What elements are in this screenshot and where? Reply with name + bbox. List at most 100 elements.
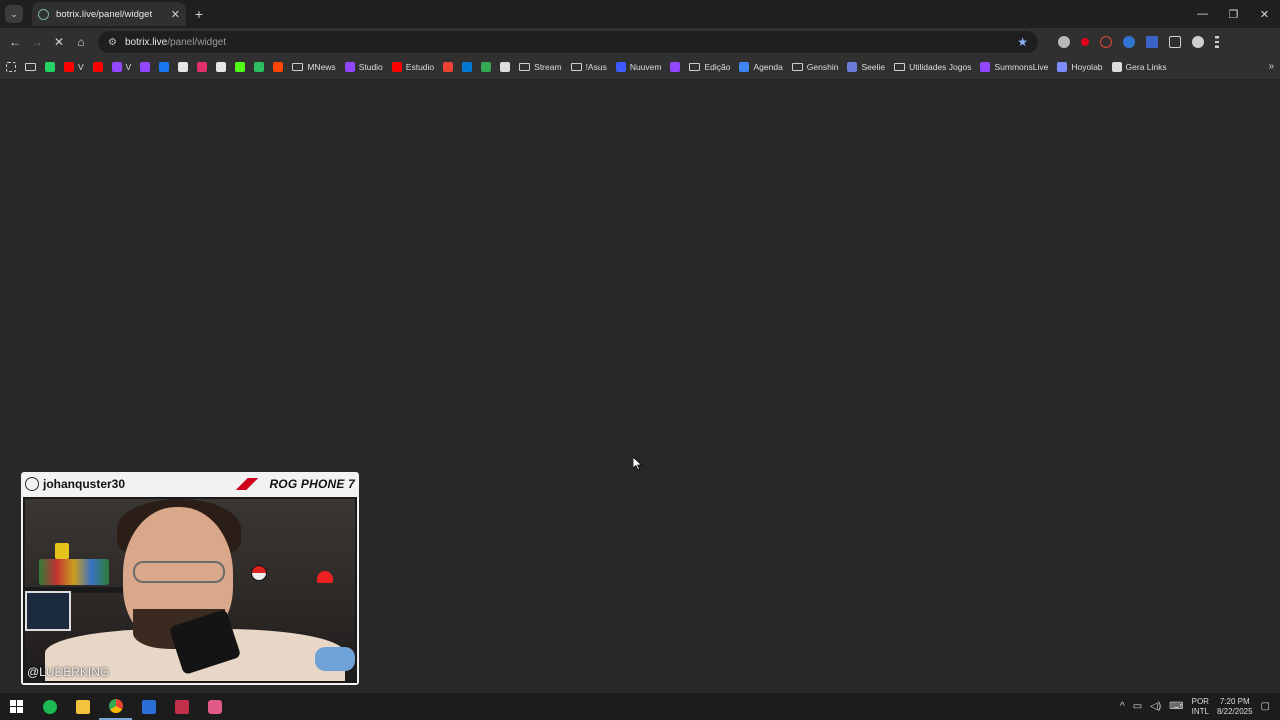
url-host: botrix.live [124, 36, 168, 48]
tab-close-icon[interactable]: ✕ [171, 8, 180, 21]
site-info-icon[interactable]: ⚙ [108, 37, 117, 48]
bookmark-item[interactable] [178, 61, 189, 72]
reddit-icon [273, 61, 284, 72]
window-controls: — ❐ ✕ [1187, 0, 1280, 28]
bookmark-label: Hoyolab [1071, 61, 1103, 72]
twitch-icon [111, 61, 122, 72]
forward-icon[interactable]: → [28, 33, 46, 51]
stop-loading-icon[interactable]: ✕ [50, 33, 68, 51]
bookmark-item[interactable] [273, 61, 284, 72]
rog-brand-text: ROG PHONE 7 [269, 477, 355, 491]
bookmark-label: Stream [534, 61, 562, 72]
bookmark-label: MNews [307, 61, 336, 72]
bookmark-item[interactable]: MNews [292, 61, 336, 72]
x-icon [178, 61, 189, 72]
bookmark-item[interactable] [45, 61, 55, 72]
taskbar-file-explorer[interactable] [66, 693, 99, 720]
url-text[interactable]: botrix.live/panel/widget [125, 37, 1009, 48]
address-bar[interactable]: ⚙ botrix.live/panel/widget ★ [98, 31, 1038, 53]
bookmark-item[interactable]: Hoyolab [1057, 61, 1103, 72]
bookmark-item[interactable]: !Asus [570, 62, 607, 72]
widget-header: johanquster30 ROG PHONE 7 [25, 474, 355, 494]
extension-block-icon[interactable] [1100, 36, 1112, 48]
taskbar-spotify[interactable] [33, 693, 66, 720]
browser-toolbar: ← → ✕ ⌂ ⚙ botrix.live/panel/widget ★ [0, 28, 1280, 56]
bookmark-label: Studio [358, 61, 383, 72]
bookmark-item[interactable] [25, 62, 36, 71]
bookmark-item[interactable] [140, 61, 151, 72]
bookmark-item[interactable] [216, 61, 227, 72]
bookmark-item[interactable]: V [111, 61, 132, 72]
bookmark-item[interactable] [254, 61, 265, 72]
botrix-favicon-icon [38, 8, 49, 20]
bookmark-item[interactable]: Gera Links [1111, 61, 1167, 72]
notifications-icon[interactable]: ▢ [1261, 701, 1270, 712]
bookmark-item[interactable] [197, 61, 208, 72]
clock-time: 7:20 PM [1219, 696, 1250, 706]
taskbar-app-red[interactable] [165, 693, 198, 720]
bookmark-item[interactable] [6, 61, 16, 72]
webcam-widget: johanquster30 ROG PHONE 7 @LUDERKING [21, 472, 359, 685]
chevron-up-icon[interactable]: ^ [1120, 701, 1125, 712]
taskbar-app-blue[interactable] [132, 693, 165, 720]
keyboard-layout: INTL [1191, 706, 1209, 716]
hoyolab-icon [1057, 61, 1068, 72]
bookmark-item[interactable]: Estudio [391, 61, 434, 72]
start-button[interactable] [0, 693, 33, 720]
drive-icon [481, 61, 492, 72]
keyboard-icon[interactable]: ⌨ [1169, 701, 1183, 712]
bookmark-item[interactable]: Agenda [739, 61, 783, 72]
bookmark-item[interactable] [443, 61, 454, 72]
bookmark-item[interactable]: Stream [519, 61, 562, 72]
app-red-icon [174, 699, 189, 714]
bookmark-item[interactable]: Studio [344, 61, 383, 72]
extensions-area [1058, 36, 1219, 48]
bookmark-item[interactable] [462, 61, 473, 72]
extensions-puzzle-icon[interactable] [1169, 36, 1181, 48]
bookmark-item[interactable]: Nuuvem [615, 61, 661, 72]
bookmark-item[interactable] [481, 61, 492, 72]
tab-search[interactable]: ⌄ [0, 0, 28, 28]
tab-botrix-widget[interactable]: botrix.live/panel/widget ✕ [32, 2, 186, 26]
extension-shield-icon[interactable] [1123, 36, 1135, 48]
bookmark-label: V [125, 61, 132, 72]
profile-icon[interactable] [1192, 36, 1204, 48]
folder-icon [570, 62, 582, 71]
bookmark-item[interactable] [92, 61, 103, 72]
back-icon[interactable]: ← [6, 33, 24, 51]
evernote-icon [254, 61, 265, 72]
new-tab-button[interactable]: + [186, 0, 212, 28]
bookmark-item[interactable]: Genshin [791, 62, 838, 72]
restore-icon[interactable]: ❐ [1218, 0, 1249, 28]
bookmark-item[interactable] [670, 61, 681, 72]
bookmark-item[interactable] [235, 61, 246, 72]
network-icon[interactable]: ▭ [1133, 701, 1142, 712]
extension-record-icon[interactable] [1081, 38, 1089, 46]
bookmark-item[interactable]: Edição [689, 62, 730, 72]
bookmark-item[interactable]: Seelie [847, 61, 885, 72]
menu-kebab-icon[interactable] [1215, 36, 1219, 48]
close-window-icon[interactable]: ✕ [1249, 0, 1280, 28]
clock[interactable]: 7:20 PM 8/22/2025 [1217, 697, 1253, 717]
bookmark-item[interactable]: Utilidades Jogos [894, 62, 971, 72]
home-icon[interactable]: ⌂ [72, 33, 90, 51]
app-pink-icon [207, 699, 222, 714]
bookmarks-overflow-icon[interactable]: » [1268, 61, 1274, 72]
bookmark-label: Edição [704, 61, 731, 72]
extension-avatar-icon[interactable] [1058, 36, 1070, 48]
bookmark-star-icon[interactable]: ★ [1017, 35, 1028, 49]
language-indicator[interactable]: POR INTL [1192, 697, 1209, 717]
minimize-icon[interactable]: — [1187, 0, 1218, 28]
bookmark-item[interactable]: SummonsLive [980, 61, 1048, 72]
volume-icon[interactable]: ◁) [1150, 701, 1161, 712]
bookmark-label: V [78, 61, 84, 72]
bookmark-item[interactable] [159, 61, 170, 72]
bookmark-item[interactable]: V [64, 61, 84, 72]
taskbar-chrome[interactable] [99, 693, 132, 720]
taskbar-app-pink[interactable] [198, 693, 231, 720]
folder-icon [689, 62, 701, 71]
bookmark-item[interactable] [500, 61, 511, 72]
extension-card-icon[interactable] [1146, 36, 1158, 48]
chevron-down-icon[interactable]: ⌄ [5, 5, 23, 23]
widget-username: johanquster30 [43, 477, 126, 491]
